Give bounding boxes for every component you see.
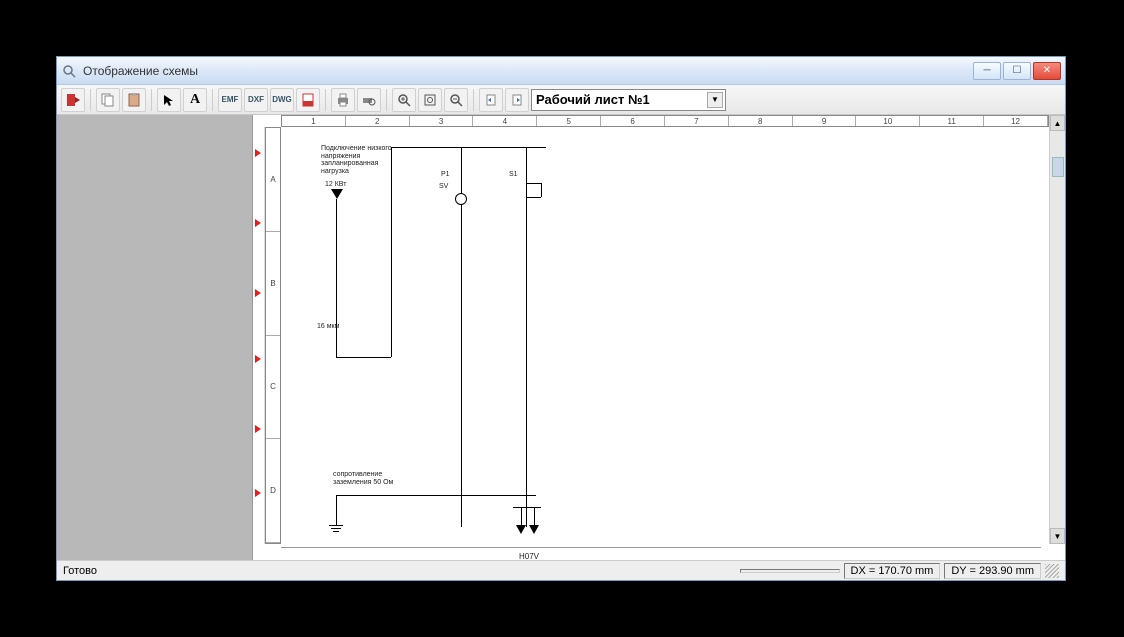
chevron-down-icon: ▼ [707, 92, 723, 108]
next-sheet-button[interactable] [505, 88, 529, 112]
app-window: Отображение схемы ─ ☐ ✕ A EMF DXF DWG [56, 56, 1066, 581]
scroll-up-icon[interactable]: ▲ [1050, 115, 1065, 131]
minimize-button[interactable]: ─ [973, 62, 1001, 80]
load-label: Подключение низкого напряжения запланиро… [321, 145, 401, 176]
row-ruler: ABCD [265, 127, 281, 544]
zoom-fit-button[interactable] [418, 88, 442, 112]
print-button[interactable] [331, 88, 355, 112]
cable-label: 16 мкм [317, 323, 339, 331]
close-button[interactable]: ✕ [1033, 62, 1061, 80]
ruler-col: 1 [282, 116, 346, 126]
ruler-col: 9 [793, 116, 857, 126]
statusbar: Готово DX = 170.70 mm DY = 293.90 mm [57, 560, 1065, 580]
window-title: Отображение схемы [83, 64, 198, 78]
ground-label: сопротивление заземления 50 Ом [333, 471, 403, 486]
status-dx: DX = 170.70 mm [844, 563, 941, 579]
ruler-col: 8 [729, 116, 793, 126]
ruler-col: 10 [856, 116, 920, 126]
meter-symbol [455, 193, 467, 205]
paste-button[interactable] [122, 88, 146, 112]
schematic-canvas[interactable]: Подключение низкого напряжения запланиро… [281, 127, 1049, 560]
marker-icon [255, 149, 261, 157]
toolbar: A EMF DXF DWG Рабочий [57, 85, 1065, 115]
select-tool[interactable] [157, 88, 181, 112]
titlebar: Отображение схемы ─ ☐ ✕ [57, 57, 1065, 85]
marker-icon [255, 355, 261, 363]
drawing-area[interactable]: 123456789101112 ABCD Подключение низкого… [253, 115, 1065, 560]
marker-column [253, 127, 265, 544]
ruler-col: 12 [984, 116, 1048, 126]
sheet-selector-value: Рабочий лист №1 [536, 92, 650, 107]
arrow-down-icon [331, 189, 343, 199]
marker-icon [255, 425, 261, 433]
export-emf-button[interactable]: EMF [218, 88, 242, 112]
prev-sheet-button[interactable] [479, 88, 503, 112]
ruler-col: 11 [920, 116, 984, 126]
ruler-col: 6 [601, 116, 665, 126]
ruler-row: C [266, 336, 280, 440]
marker-icon [255, 219, 261, 227]
ruler-col: 4 [473, 116, 537, 126]
zoom-in-button[interactable] [392, 88, 416, 112]
marker-icon [255, 289, 261, 297]
ruler-col: 7 [665, 116, 729, 126]
ruler-col: 2 [346, 116, 410, 126]
print-preview-button[interactable] [357, 88, 381, 112]
power-label: 12 КВт [325, 181, 346, 189]
sv-label: SV [439, 183, 448, 191]
ruler-col: 3 [410, 116, 474, 126]
app-icon [61, 63, 77, 79]
ruler-row: B [266, 232, 280, 336]
ruler-col: 5 [537, 116, 601, 126]
zoom-out-button[interactable] [444, 88, 468, 112]
arrow-down-icon [529, 525, 539, 534]
status-ready: Готово [63, 565, 97, 577]
resize-grip-icon[interactable] [1045, 564, 1059, 578]
content-area: 123456789101112 ABCD Подключение низкого… [57, 115, 1065, 560]
status-dy: DY = 293.90 mm [944, 563, 1041, 579]
s1-label: S1 [509, 171, 518, 179]
export-dwg-button[interactable]: DWG [270, 88, 294, 112]
marker-icon [255, 489, 261, 497]
footer-label: H07V [519, 553, 539, 560]
maximize-button[interactable]: ☐ [1003, 62, 1031, 80]
scroll-thumb[interactable] [1052, 157, 1064, 177]
scroll-down-icon[interactable]: ▼ [1050, 528, 1065, 544]
text-tool[interactable]: A [183, 88, 207, 112]
copy-button[interactable] [96, 88, 120, 112]
ruler-row: A [266, 128, 280, 232]
status-empty-cell [740, 569, 840, 573]
ruler-row: D [266, 439, 280, 543]
export-dxf-button[interactable]: DXF [244, 88, 268, 112]
export-pdf-button[interactable] [296, 88, 320, 112]
side-panel [57, 115, 253, 560]
vertical-scrollbar[interactable]: ▲ ▼ [1049, 115, 1065, 544]
p1-label: P1 [441, 171, 450, 179]
column-ruler: 123456789101112 [281, 115, 1049, 127]
arrow-down-icon [516, 525, 526, 534]
exit-button[interactable] [61, 88, 85, 112]
sheet-selector[interactable]: Рабочий лист №1 ▼ [531, 89, 726, 111]
